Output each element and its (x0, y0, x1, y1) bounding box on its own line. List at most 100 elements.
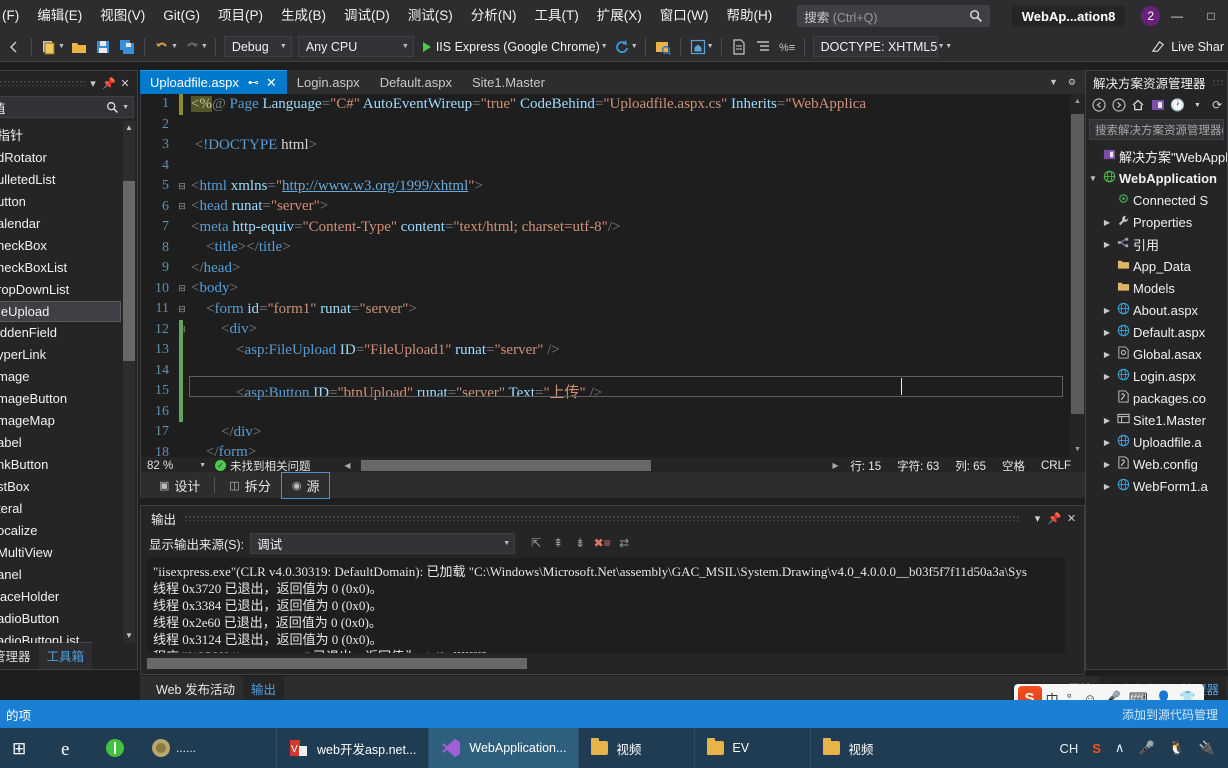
toolbox-item-3[interactable]: utton (0, 191, 121, 213)
toolbox-item-20[interactable]: anel (0, 564, 121, 586)
solution-tree-item-1[interactable]: ▼ WebApplication (1086, 167, 1227, 189)
toolbox-item-4[interactable]: alendar (0, 213, 121, 235)
solution-tree-item-9[interactable]: ▶ Global.asax (1086, 343, 1227, 365)
solution-tree-item-15[interactable]: ▶ WebForm1.a (1086, 475, 1227, 497)
output-vertical-scrollbar[interactable] (1067, 558, 1082, 653)
toolbox-item-8[interactable]: leUpload (0, 301, 121, 322)
banner-right-text[interactable]: 添加到源代码管理 (1122, 706, 1228, 723)
fold-marker-10[interactable]: ⊟ (175, 283, 189, 294)
toolbox-scroll-down-icon[interactable]: ▼ (123, 629, 135, 643)
back-nav-icon[interactable] (2, 35, 26, 59)
tab-close-icon-0[interactable]: ✕ (266, 75, 277, 91)
toolbox-item-10[interactable]: yperLink (0, 344, 121, 366)
solution-explorer-drag-handle[interactable] (1211, 79, 1223, 85)
toolbox-item-13[interactable]: mageMap (0, 410, 121, 432)
bottom-tab-1[interactable]: 输出 (242, 675, 284, 701)
menu-item-0[interactable]: (F) (0, 3, 28, 29)
scroll-down-icon[interactable]: ▼ (1070, 442, 1085, 457)
toolbox-search-caret-icon[interactable]: ▼ (122, 104, 129, 111)
toolbar-overflow-icon[interactable]: ▼ (938, 43, 945, 50)
editor-scroll-thumb[interactable] (1071, 114, 1084, 414)
menu-item-1[interactable]: 编辑(E) (28, 3, 91, 29)
fold-marker-11[interactable]: ⊟ (175, 304, 189, 315)
undo-caret-icon[interactable]: ▼ (171, 43, 178, 50)
solution-tree-item-7[interactable]: ▶ About.aspx (1086, 299, 1227, 321)
solution-tree-item-10[interactable]: ▶ Login.aspx (1086, 365, 1227, 387)
browse-with-icon[interactable] (651, 35, 675, 59)
toggle-word-wrap-icon[interactable]: ⇄ (613, 533, 635, 554)
tree-expander-icon-13[interactable]: ▶ (1100, 438, 1114, 447)
go-to-next-icon[interactable]: ⇟ (569, 533, 591, 554)
code-editor[interactable]: 1 <%@ Page Language="C#" AutoEventWireup=… (140, 94, 1085, 474)
new-file-icon[interactable] (727, 35, 751, 59)
switch-views-icon[interactable] (1148, 95, 1168, 116)
live-share-button[interactable]: Live Shar (1151, 39, 1228, 54)
tree-expander-icon-8[interactable]: ▶ (1100, 328, 1114, 337)
menu-item-9[interactable]: 工具(T) (526, 3, 588, 29)
tree-expander-icon-14[interactable]: ▶ (1100, 460, 1114, 469)
close-icon[interactable]: ✕ (117, 77, 133, 90)
chevron-down-icon-toolbox[interactable]: ▾ (85, 77, 101, 90)
toolbox-item-14[interactable]: abel (0, 432, 121, 454)
format-document-icon[interactable] (751, 35, 775, 59)
tree-expander-icon-12[interactable]: ▶ (1100, 416, 1114, 425)
tray-power-icon[interactable]: 🔌 (1192, 740, 1222, 756)
toolbox-item-6[interactable]: heckBoxList (0, 257, 121, 279)
tab-list-icon[interactable]: ▼ (1044, 77, 1063, 87)
editor-tab-2[interactable]: Default.aspx (370, 70, 462, 94)
notification-badge[interactable]: 2 (1141, 6, 1160, 26)
tree-expander-icon-15[interactable]: ▶ (1100, 482, 1114, 491)
menu-item-12[interactable]: 帮助(H) (717, 3, 781, 29)
comment-selection-icon[interactable]: %≡ (775, 35, 799, 59)
taskbar-item-visual-studio[interactable]: WebApplication... (428, 728, 579, 768)
toolbox-search-input[interactable]: 值 ▼ (0, 96, 134, 118)
forward-icon[interactable] (1109, 95, 1129, 116)
hscroll-thumb[interactable] (360, 460, 651, 471)
tab-pin-icon-0[interactable]: ⊷ (248, 76, 259, 89)
taskbar-item-ev-folder[interactable]: EV (694, 728, 810, 768)
taskbar-item-video-editor[interactable]: V web开发asp.net... (276, 728, 428, 768)
solution-configuration-combo[interactable]: Debug ▼ (223, 36, 292, 57)
tree-expander-icon-7[interactable]: ▶ (1100, 306, 1114, 315)
toolbox-item-22[interactable]: adioButton (0, 608, 121, 630)
solution-tree-item-12[interactable]: ▶ Site1.Master (1086, 409, 1227, 431)
se-caret-icon[interactable]: ▼ (1188, 95, 1208, 116)
pin-icon[interactable]: 📌 (101, 77, 117, 90)
global-search-box[interactable]: 搜索 (Ctrl+Q) (797, 5, 990, 27)
tray-language-indicator[interactable]: CH (1052, 741, 1085, 756)
toolbox-scroll-up-icon[interactable]: ▲ (123, 121, 135, 135)
tree-expander-icon-10[interactable]: ▶ (1100, 372, 1114, 381)
toolbox-item-7[interactable]: ropDownList (0, 279, 121, 301)
toolbox-item-5[interactable]: heckBox (0, 235, 121, 257)
solution-tree-item-5[interactable]: App_Data (1086, 255, 1227, 277)
hscroll-left-icon[interactable]: ◀ (341, 461, 355, 470)
menu-item-10[interactable]: 扩展(X) (588, 3, 651, 29)
menu-item-5[interactable]: 生成(B) (272, 3, 335, 29)
tree-expander-icon-1[interactable]: ▼ (1086, 174, 1100, 183)
taskbar-item-video-folder-2[interactable]: 视频 (810, 728, 926, 768)
tray-qq-icon[interactable]: 🐧 (1162, 740, 1192, 756)
editor-tab-3[interactable]: Site1.Master (462, 70, 555, 94)
clear-all-icon[interactable]: ✖≡ (591, 533, 613, 554)
dock-tab-toolbox[interactable]: 工具箱 (38, 642, 93, 669)
menu-item-7[interactable]: 测试(S) (399, 3, 462, 29)
editor-tab-0[interactable]: Uploadfile.aspx ⊷ ✕ (140, 70, 287, 94)
home-icon[interactable] (1128, 95, 1148, 116)
save-icon[interactable] (91, 35, 115, 59)
solution-tree-item-4[interactable]: ▶ 引用 (1086, 233, 1227, 255)
find-message-icon[interactable]: ⇱ (525, 533, 547, 554)
menu-item-8[interactable]: 分析(N) (462, 3, 526, 29)
dock-tab-solution-explorer[interactable]: 管理器 (0, 643, 39, 669)
fold-marker-6[interactable]: ⊟ (175, 201, 189, 212)
bottom-tab-0[interactable]: Web 发布活动 (148, 676, 243, 701)
solution-tree-item-13[interactable]: ▶ Uploadfile.a (1086, 431, 1227, 453)
solution-tree-item-8[interactable]: ▶ Default.aspx (1086, 321, 1227, 343)
solution-tree-item-14[interactable]: ▶ Web.config (1086, 453, 1227, 475)
output-pin-icon[interactable]: 📌 (1046, 512, 1063, 525)
solution-tree-item-3[interactable]: ▶ Properties (1086, 211, 1227, 233)
toolbox-scroll-thumb[interactable] (123, 181, 135, 361)
toolbox-item-11[interactable]: mage (0, 366, 121, 388)
pending-changes-icon[interactable]: 🕐 (1168, 95, 1188, 116)
refresh-caret-icon[interactable]: ▼ (631, 43, 638, 50)
save-all-icon[interactable] (115, 35, 139, 59)
